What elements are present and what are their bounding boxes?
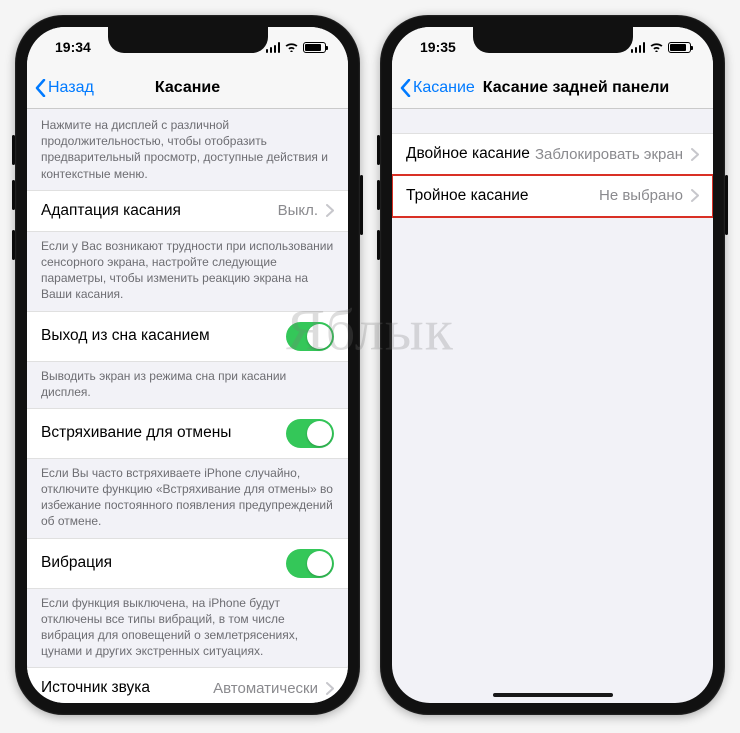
row-shake-to-undo[interactable]: Встряхивание для отмены xyxy=(27,408,348,459)
back-label: Касание xyxy=(413,79,475,97)
row-tap-to-wake[interactable]: Выход из сна касанием xyxy=(27,311,348,362)
battery-icon xyxy=(668,42,691,53)
battery-icon xyxy=(303,42,326,53)
chevron-left-icon xyxy=(35,79,46,97)
row-touch-accommodations[interactable]: Адаптация касания Выкл. xyxy=(27,190,348,232)
home-indicator[interactable] xyxy=(493,693,613,697)
row-vibration[interactable]: Вибрация xyxy=(27,538,348,589)
row-description: Выводить экран из режима сна при касании… xyxy=(27,362,348,408)
row-label: Встряхивание для отмены xyxy=(41,424,286,442)
row-label: Источник звука xyxy=(41,679,213,697)
row-value: Заблокировать экран xyxy=(535,146,683,163)
page-title: Касание задней панели xyxy=(483,79,705,97)
row-value: Выкл. xyxy=(278,202,318,219)
settings-list[interactable]: Нажмите на дисплей с различной продолжит… xyxy=(27,109,348,703)
chevron-right-icon xyxy=(691,189,699,202)
row-description: Если у Вас возникают трудности при испол… xyxy=(27,232,348,311)
chevron-right-icon xyxy=(326,204,334,217)
intro-text: Нажмите на дисплей с различной продолжит… xyxy=(27,109,348,190)
status-time: 19:34 xyxy=(55,39,91,55)
row-description: Если Вы часто встряхиваете iPhone случай… xyxy=(27,459,348,538)
row-value: Автоматически xyxy=(213,680,318,697)
row-double-tap[interactable]: Двойное касание Заблокировать экран xyxy=(392,133,713,175)
toggle-switch[interactable] xyxy=(286,549,334,578)
row-call-audio-routing[interactable]: Источник звука Автоматически xyxy=(27,667,348,703)
phone-right: 19:35 Касание Касание задней панели xyxy=(380,15,725,715)
toggle-switch[interactable] xyxy=(286,322,334,351)
signal-icon xyxy=(266,42,281,53)
phone-left: 19:34 Назад Касание Нажмите на дисплей с… xyxy=(15,15,360,715)
back-button[interactable]: Назад xyxy=(35,79,94,97)
chevron-right-icon xyxy=(691,148,699,161)
nav-bar: Назад Касание xyxy=(27,67,348,109)
row-label: Двойное касание xyxy=(406,145,535,163)
chevron-left-icon xyxy=(400,79,411,97)
status-time: 19:35 xyxy=(420,39,456,55)
page-title: Касание xyxy=(155,79,220,97)
row-triple-tap[interactable]: Тройное касание Не выбрано xyxy=(392,175,713,217)
signal-icon xyxy=(631,42,646,53)
wifi-icon xyxy=(284,40,299,55)
notch xyxy=(108,27,268,53)
row-description: Если функция выключена, на iPhone будут … xyxy=(27,589,348,668)
row-label: Тройное касание xyxy=(406,187,599,205)
chevron-right-icon xyxy=(326,682,334,695)
row-label: Адаптация касания xyxy=(41,202,278,220)
back-button[interactable]: Касание xyxy=(400,79,475,97)
back-label: Назад xyxy=(48,79,94,97)
wifi-icon xyxy=(649,40,664,55)
row-value: Не выбрано xyxy=(599,187,683,204)
row-label: Вибрация xyxy=(41,554,286,572)
notch xyxy=(473,27,633,53)
toggle-switch[interactable] xyxy=(286,419,334,448)
row-label: Выход из сна касанием xyxy=(41,327,286,345)
nav-bar: Касание Касание задней панели xyxy=(392,67,713,109)
settings-list[interactable]: Двойное касание Заблокировать экран Трой… xyxy=(392,109,713,703)
